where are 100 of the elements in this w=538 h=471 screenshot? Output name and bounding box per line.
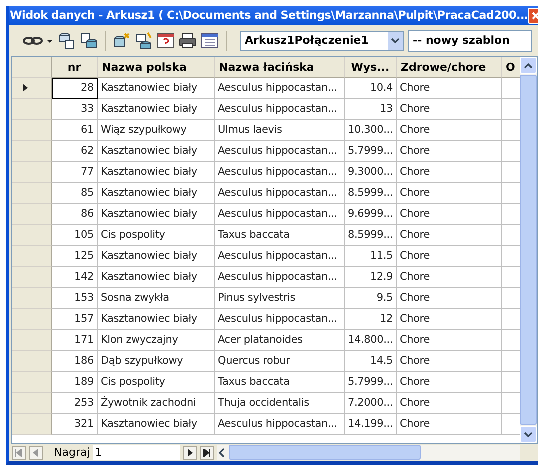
table-cell: 86 (52, 204, 98, 225)
table-cell: Aesculus hippocastan... (215, 414, 345, 435)
column-header[interactable]: Wys... (345, 57, 397, 78)
table-cell: 85 (52, 183, 98, 204)
table-cell: 14.5 (345, 351, 397, 372)
table-cell: Aesculus hippocastan... (215, 162, 345, 183)
table-cell: 14.199... (345, 414, 397, 435)
table-cell: 321 (52, 414, 98, 435)
table-cell: Quercus robur (215, 351, 345, 372)
database-copy-icon[interactable] (58, 32, 76, 50)
previous-record-button[interactable] (29, 446, 43, 460)
table-cell: Chore (397, 330, 502, 351)
chevron-up-icon (524, 62, 533, 68)
table-cell: 9.3000... (345, 162, 397, 183)
table-cell: Taxus baccata (215, 225, 345, 246)
table-cell: Chore (397, 393, 502, 414)
table-cell: 142 (52, 267, 98, 288)
connection-dropdown[interactable]: Arkusz1Połączenie1 (240, 30, 404, 50)
table-cell: Chore (397, 288, 502, 309)
first-icon (15, 448, 23, 456)
table-cell: Chore (397, 414, 502, 435)
table-cell: 28 (52, 78, 98, 99)
table-cell: Taxus baccata (215, 372, 345, 393)
table-cell: Chore (397, 267, 502, 288)
table-cell: Chore (397, 162, 502, 183)
form-help-icon[interactable] (157, 32, 175, 50)
next-record-button[interactable] (183, 446, 198, 460)
column-header[interactable]: Nazwa łacińska (215, 57, 345, 78)
table-cell: 12 (345, 309, 397, 330)
table-cell: Kasztanowiec biały (98, 204, 215, 225)
table-cell: 157 (52, 309, 98, 330)
table-cell: Klon zwyczajny (98, 330, 215, 351)
last-record-button[interactable] (200, 446, 214, 460)
first-record-button[interactable] (12, 446, 26, 460)
table-cell: 77 (52, 162, 98, 183)
last-icon (203, 448, 212, 456)
database-wand-icon[interactable] (113, 32, 131, 50)
database-edit-icon[interactable] (135, 32, 153, 50)
database-page-icon[interactable] (80, 32, 98, 50)
table-cell: 153 (52, 288, 98, 309)
table-cell: Kasztanowiec biały (98, 141, 215, 162)
previous-icon (32, 448, 40, 456)
table-cell: 186 (52, 351, 98, 372)
table-cell: Aesculus hippocastan... (215, 204, 345, 225)
corner-header (12, 57, 52, 78)
table-cell: Aesculus hippocastan... (215, 78, 345, 99)
table-cell: Kasztanowiec biały (98, 78, 215, 99)
table-cell: Kasztanowiec biały (98, 162, 215, 183)
column-header[interactable]: Zdrowe/chore (397, 57, 502, 78)
table-cell: 61 (52, 120, 98, 141)
template-field[interactable]: -- nowy szablon (408, 30, 532, 52)
table-cell: Kasztanowiec biały (98, 99, 215, 120)
table-cell: Aesculus hippocastan... (215, 183, 345, 204)
table-cell: Aesculus hippocastan... (215, 246, 345, 267)
table-cell: 62 (52, 141, 98, 162)
table-cell: 11.5 (345, 246, 397, 267)
table-cell: Chore (397, 246, 502, 267)
table-cell: 8.5999... (345, 183, 397, 204)
table-cell: Aesculus hippocastan... (215, 309, 345, 330)
column-header[interactable]: Nazwa polska (98, 57, 215, 78)
record-number-field[interactable]: 1 (93, 445, 180, 460)
record-label: Nagraj (54, 446, 90, 459)
table-cell: Chore (397, 351, 502, 372)
table-icon[interactable] (201, 32, 219, 50)
table-cell: Dąb szypułkowy (98, 351, 215, 372)
table-cell: Acer platanoides (215, 330, 345, 351)
table-cell: Cis pospolity (98, 225, 215, 246)
table-cell: Kasztanowiec biały (98, 414, 215, 435)
table-cell: 10.4 (345, 78, 397, 99)
table-cell: Chore (397, 372, 502, 393)
table-cell: Kasztanowiec biały (98, 183, 215, 204)
table-cell: Sosna zwykła (98, 288, 215, 309)
table-cell: 12.9 (345, 267, 397, 288)
row-selector[interactable] (12, 78, 52, 99)
chevron-down-icon (524, 432, 533, 438)
table-cell: Żywotnik zachodni (98, 393, 215, 414)
print-icon[interactable] (179, 32, 197, 50)
table-cell: Chore (397, 309, 502, 330)
table-cell: Thuja occidentalis (215, 393, 345, 414)
table-cell: 5.7999... (345, 372, 397, 393)
table-cell: Kasztanowiec biały (98, 309, 215, 330)
table-cell: Pinus sylvestris (215, 288, 345, 309)
table-cell: Wiąz szypułkowy (98, 120, 215, 141)
table-cell: Chore (397, 99, 502, 120)
window-title: Widok danych - Arkusz1 ( C:\Documents and Settings\Marzanna\Pulpit\PracaCad200... (10, 9, 528, 22)
table-cell: Kasztanowiec biały (98, 267, 215, 288)
column-header[interactable]: nr (52, 57, 98, 78)
table-cell: Aesculus hippocastan... (215, 99, 345, 120)
table-cell: Chore (397, 120, 502, 141)
table-cell: 125 (52, 246, 98, 267)
table-cell: 105 (52, 225, 98, 246)
table-cell: Ulmus laevis (215, 120, 345, 141)
table-cell: 7.2000... (345, 393, 397, 414)
table-cell: Chore (397, 225, 502, 246)
table-cell: 10.300... (345, 120, 397, 141)
table-cell: 189 (52, 372, 98, 393)
column-header[interactable]: O (502, 57, 520, 78)
table-cell: 33 (52, 99, 98, 120)
table-cell: 8.5999... (345, 225, 397, 246)
current-row-icon (22, 84, 29, 92)
